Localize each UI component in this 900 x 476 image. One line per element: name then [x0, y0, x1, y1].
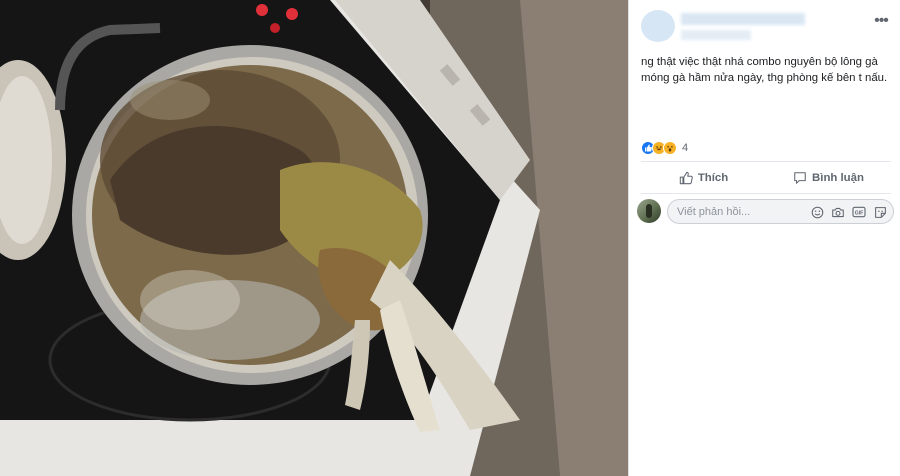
reaction-count[interactable]: 4	[682, 142, 688, 154]
author-avatar[interactable]	[641, 10, 675, 42]
divider	[641, 193, 891, 194]
post-actions: Thích Bình luận	[641, 164, 891, 192]
author-meta-redacted	[681, 30, 751, 40]
thumbs-up-icon	[679, 171, 693, 185]
comment-input-icons: GIF	[803, 205, 887, 219]
speech-bubble-icon	[794, 172, 806, 184]
post-text: ng thật việc thật nhá combo nguyên bộ lô…	[641, 54, 893, 86]
sticker-icon[interactable]	[873, 205, 887, 219]
comment-input[interactable]	[677, 205, 797, 219]
comment-button[interactable]: Bình luận	[766, 164, 891, 192]
post-photo[interactable]	[0, 0, 628, 476]
author-name-redacted[interactable]	[681, 13, 805, 25]
comment-box[interactable]: GIF	[667, 199, 894, 224]
emoji-icon[interactable]	[810, 205, 824, 219]
more-options-button[interactable]: •••	[871, 13, 891, 32]
camera-icon[interactable]	[831, 205, 845, 219]
post-header: •••	[641, 10, 891, 44]
like-label: Thích	[697, 172, 729, 184]
photo-illustration	[0, 0, 628, 476]
post-sidebar: ••• ng thật việc thật nhá combo nguyên b…	[628, 0, 900, 476]
avatar[interactable]	[637, 199, 661, 223]
like-button[interactable]: Thích	[641, 164, 766, 192]
svg-text:GIF: GIF	[855, 211, 864, 217]
post-text-line: ng thật việc thật nhá combo nguyên bộ lô…	[641, 56, 878, 68]
comment-composer: GIF	[637, 199, 895, 225]
comment-label: Bình luận	[812, 172, 864, 184]
reaction-summary[interactable]: 4	[641, 140, 688, 156]
divider	[641, 161, 891, 162]
gif-icon[interactable]: GIF	[852, 205, 866, 219]
wow-reaction-icon	[663, 141, 677, 155]
post-text-line: móng gà hầm nửa ngày, thg phòng kế bên t…	[641, 72, 888, 84]
